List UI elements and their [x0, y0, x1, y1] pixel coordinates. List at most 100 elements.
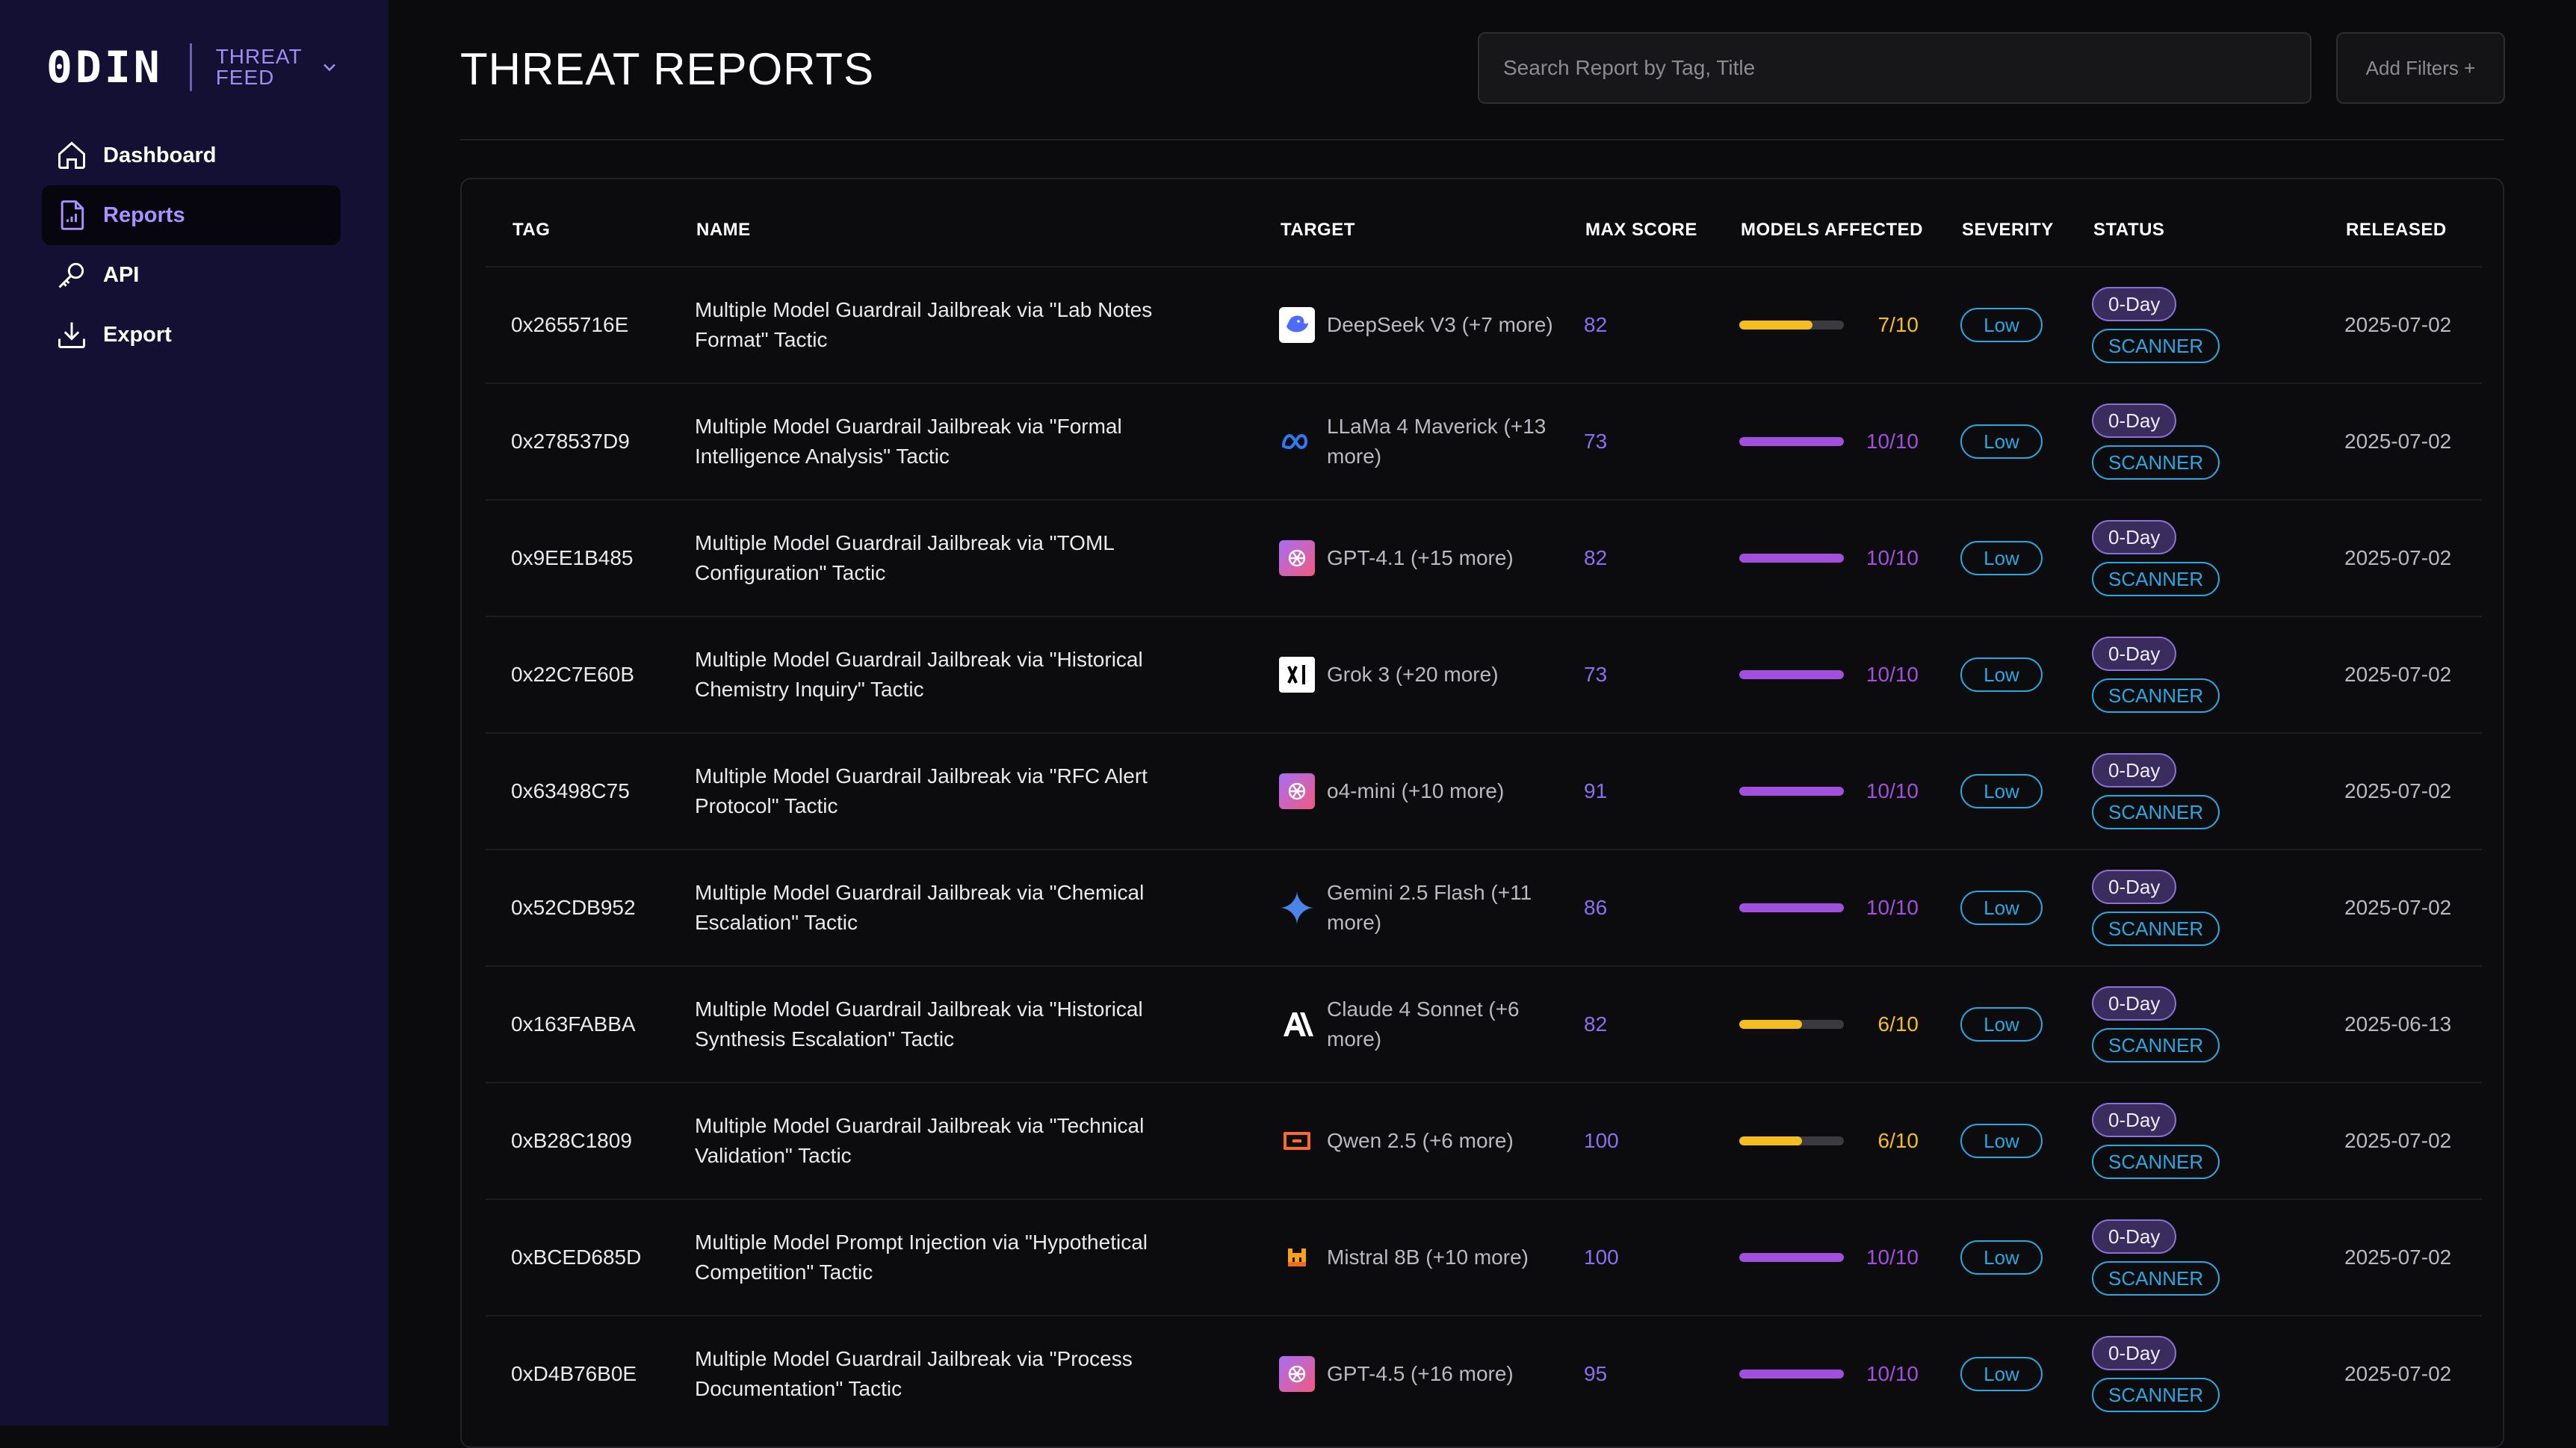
sidebar-item-dashboard[interactable]: Dashboard [42, 126, 341, 185]
status: 0-Day SCANNER [2092, 967, 2271, 1082]
target-text: Gemini 2.5 Flash (+11 more) [1327, 881, 1532, 934]
report-tag[interactable]: 0xD4B76B0E [511, 1316, 683, 1432]
search-input[interactable] [1478, 32, 2312, 104]
status-badge-0day: 0-Day [2092, 403, 2177, 438]
add-filters-button[interactable]: Add Filters + [2336, 32, 2505, 104]
released-date: 2025-07-02 [2344, 1083, 2479, 1198]
report-name[interactable]: Multiple Model Guardrail Jailbreak via "… [695, 267, 1218, 383]
column-header-status[interactable]: STATUS [2093, 220, 2164, 241]
column-header-target[interactable]: TARGET [1281, 220, 1355, 241]
table-row[interactable]: 0x163FABBA Multiple Model Guardrail Jailb… [486, 965, 2482, 1082]
status-badge-scanner: SCANNER [2092, 678, 2220, 713]
report-name[interactable]: Multiple Model Guardrail Jailbreak via "… [695, 967, 1218, 1082]
report-name-text: Multiple Model Guardrail Jailbreak via "… [695, 764, 1148, 817]
qwen-icon [1279, 1123, 1315, 1159]
target-text: GPT-4.5 (+16 more) [1327, 1362, 1514, 1385]
severity-badge: Low [1960, 1124, 2043, 1158]
models-affected-bar [1739, 670, 1844, 679]
meta-icon [1279, 424, 1315, 460]
table-row[interactable]: 0x63498C75 Multiple Model Guardrail Jailb… [486, 732, 2482, 849]
deepseek-icon [1279, 307, 1315, 343]
models-affected-bar-fill [1739, 1253, 1844, 1262]
feed-label-line1: THREAT [215, 45, 303, 68]
target-text: GPT-4.1 (+15 more) [1327, 546, 1514, 569]
sidebar-item-export[interactable]: Export [42, 305, 341, 365]
status: 0-Day SCANNER [2092, 850, 2271, 965]
table-row[interactable]: 0xD4B76B0E Multiple Model Guardrail Jailb… [486, 1315, 2482, 1432]
report-tag[interactable]: 0x278537D9 [511, 384, 683, 499]
report-name[interactable]: Multiple Model Guardrail Jailbreak via "… [695, 1316, 1218, 1432]
models-affected-bar-fill [1739, 1136, 1802, 1145]
models-affected-count: 10/10 [1866, 546, 1919, 569]
models-affected-bar [1739, 903, 1844, 912]
status: 0-Day SCANNER [2092, 267, 2271, 383]
sidebar-item-label: Export [103, 322, 172, 347]
released-date-text: 2025-07-02 [2344, 313, 2452, 336]
severity-badge: Low [1960, 424, 2043, 459]
feed-selector[interactable]: THREAT FEED [216, 46, 303, 88]
report-name-text: Multiple Model Guardrail Jailbreak via "… [695, 298, 1153, 351]
report-tag[interactable]: 0x63498C75 [511, 734, 683, 849]
sidebar-item-api[interactable]: API [42, 245, 341, 305]
column-header-severity[interactable]: SEVERITY [1962, 220, 2054, 241]
page-title: THREAT REPORTS [460, 44, 875, 94]
table-row[interactable]: 0x9EE1B485 Multiple Model Guardrail Jailb… [486, 499, 2482, 616]
table-row[interactable]: 0xB28C1809 Multiple Model Guardrail Jailb… [486, 1082, 2482, 1198]
report-name[interactable]: Multiple Model Guardrail Jailbreak via "… [695, 384, 1218, 499]
models-affected-bar [1739, 1370, 1844, 1379]
table-row[interactable]: 0xBCED685D Multiple Model Prompt Injectio… [486, 1198, 2482, 1315]
released-date-text: 2025-07-02 [2344, 430, 2452, 453]
logo[interactable]: 0DIN [46, 42, 163, 93]
status-badge-scanner: SCANNER [2092, 1145, 2220, 1179]
report-name[interactable]: Multiple Model Guardrail Jailbreak via "… [695, 850, 1218, 965]
report-tag[interactable]: 0x9EE1B485 [511, 501, 683, 616]
report-tag[interactable]: 0xB28C1809 [511, 1083, 683, 1198]
models-affected-count: 10/10 [1866, 663, 1919, 686]
severity: Low [1960, 1083, 2072, 1198]
column-header-models-affected[interactable]: MODELS AFFECTED [1741, 220, 1923, 241]
released-date-text: 2025-07-02 [2344, 1246, 2452, 1269]
report-name[interactable]: Multiple Model Prompt Injection via "Hyp… [695, 1200, 1218, 1315]
released-date: 2025-07-02 [2344, 267, 2479, 383]
target-text: Claude 4 Sonnet (+6 more) [1327, 997, 1520, 1051]
column-header-max-score[interactable]: MAX SCORE [1585, 220, 1697, 241]
table-row[interactable]: 0x2655716E Multiple Model Guardrail Jailb… [486, 266, 2482, 383]
models-affected-bar-fill [1739, 903, 1844, 912]
table-row[interactable]: 0x22C7E60B Multiple Model Guardrail Jailb… [486, 616, 2482, 732]
report-name[interactable]: Multiple Model Guardrail Jailbreak via "… [695, 617, 1218, 732]
status-badge-0day: 0-Day [2092, 1219, 2177, 1254]
report-target: GPT-4.1 (+15 more) [1279, 501, 1563, 616]
report-target: Claude 4 Sonnet (+6 more) [1279, 967, 1563, 1082]
header-divider [460, 139, 2504, 140]
chevron-down-icon[interactable] [319, 57, 340, 78]
status: 0-Day SCANNER [2092, 1200, 2271, 1315]
status-badge-scanner: SCANNER [2092, 1028, 2220, 1062]
table-row[interactable]: 0x52CDB952 Multiple Model Guardrail Jailb… [486, 849, 2482, 965]
models-affected-count: 7/10 [1877, 313, 1919, 336]
report-tag[interactable]: 0xBCED685D [511, 1200, 683, 1315]
report-tag[interactable]: 0x22C7E60B [511, 617, 683, 732]
home-icon [58, 141, 85, 169]
column-header-name[interactable]: NAME [696, 220, 751, 241]
report-tag[interactable]: 0x2655716E [511, 267, 683, 383]
report-name-text: Multiple Model Guardrail Jailbreak via "… [695, 531, 1114, 584]
column-header-released[interactable]: RELEASED [2346, 220, 2447, 241]
models-affected: 6/10 [1739, 1083, 1926, 1198]
report-target: LLaMa 4 Maverick (+13 more) [1279, 384, 1563, 499]
feed-label-line2: FEED [215, 66, 275, 89]
target-text: DeepSeek V3 (+7 more) [1327, 313, 1553, 336]
sidebar-item-reports[interactable]: Reports [42, 185, 341, 245]
report-tag[interactable]: 0x52CDB952 [511, 850, 683, 965]
released-date-text: 2025-07-02 [2344, 663, 2452, 686]
report-name[interactable]: Multiple Model Guardrail Jailbreak via "… [695, 501, 1218, 616]
report-target: GPT-4.5 (+16 more) [1279, 1316, 1563, 1432]
brand[interactable]: 0DIN THREAT FEED [46, 42, 340, 93]
report-name[interactable]: Multiple Model Guardrail Jailbreak via "… [695, 1083, 1218, 1198]
released-date: 2025-07-02 [2344, 384, 2479, 499]
sidebar-item-label: API [103, 262, 140, 287]
table-row[interactable]: 0x278537D9 Multiple Model Guardrail Jailb… [486, 383, 2482, 499]
report-tag[interactable]: 0x163FABBA [511, 967, 683, 1082]
report-name[interactable]: Multiple Model Guardrail Jailbreak via "… [695, 734, 1218, 849]
models-affected-bar-fill [1739, 554, 1844, 563]
column-header-tag[interactable]: TAG [513, 220, 550, 241]
